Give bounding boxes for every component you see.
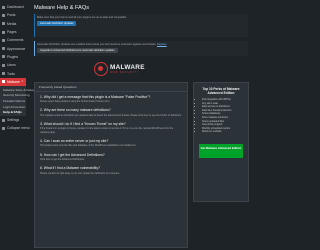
plugin-icon xyxy=(2,55,5,59)
sidebar-item-label: Pages xyxy=(7,30,17,35)
submenu-item-label: Security Monitoring xyxy=(3,93,30,98)
faq-item: 6. What if I find a Malware vulnerabilit… xyxy=(35,164,187,178)
faq-answer: Please contact us right away so we can u… xyxy=(40,171,120,175)
wrench-icon xyxy=(2,72,5,76)
faq-question: 6. What if I find a Malware vulnerabilit… xyxy=(40,166,100,171)
sidebar-item-users[interactable]: Users xyxy=(0,61,26,69)
sidebar-item-malware[interactable]: Malware 1 xyxy=(0,77,26,86)
faq-panel: Frequently Asked Questions 1. Why did I … xyxy=(34,82,188,248)
sidebar-item-tools[interactable]: Tools xyxy=(0,69,26,77)
page-title: Malware Help & FAQs xyxy=(34,5,90,11)
notice-text: Make sure that your theme and all your p… xyxy=(37,15,127,19)
faq-question: 5. How can I get the Advanced Definition… xyxy=(40,152,105,157)
submenu-item-label: Firewall Options xyxy=(3,98,26,103)
faq-heading: Frequently Asked Questions xyxy=(35,83,187,92)
submenu-item-label: Help & FAQs xyxy=(3,110,22,115)
update-notice: Make sure that your theme and all your p… xyxy=(34,14,248,37)
sidebar-item-posts[interactable]: Posts xyxy=(0,11,26,19)
sidebar-item-pages[interactable]: Pages xyxy=(0,28,26,36)
sidebar-item-label: Dashboard xyxy=(7,5,24,10)
sidebar-item-label: Comments xyxy=(7,38,24,43)
comment-icon xyxy=(2,38,5,42)
faq-answer: This plugin scans only the files and dat… xyxy=(40,144,137,148)
faq-item: 2. Why are there so many malware definit… xyxy=(35,106,187,120)
get-advanced-edition-button[interactable]: Get Malware Advanced Edition xyxy=(199,143,243,158)
settings-icon xyxy=(2,118,5,122)
brush-icon xyxy=(2,47,5,51)
dashboard-icon xyxy=(2,5,5,9)
shield-icon xyxy=(2,80,5,84)
faq-answer: If the threat is in a plugin or theme, u… xyxy=(40,127,174,134)
sidebar-item-collapse[interactable]: Collapse menu xyxy=(0,124,30,132)
sidebar-item-plugins[interactable]: Plugins xyxy=(0,53,26,61)
faq-question: 4. Can I scan an entire server or just m… xyxy=(40,138,109,143)
logo-title: MALWARE xyxy=(110,64,145,71)
logo-subtitle: WEB SECURITY xyxy=(110,71,140,74)
submenu-item-help[interactable]: Help & FAQs xyxy=(0,109,26,115)
sidebar-item-dashboard[interactable]: Dashboard xyxy=(0,3,26,11)
upgrade-definitions-button[interactable]: Upgrade to Advanced Definitions for auto… xyxy=(37,47,118,53)
faq-answer: Please report false positives using the … xyxy=(40,100,111,103)
sidebar-item-label: Appearance xyxy=(7,46,26,51)
logo-icon xyxy=(94,62,108,76)
perks-list: Full integration with WPSQ Any site's co… xyxy=(197,98,245,134)
promo-title: Top 10 Perks of Malware Advanced Edition xyxy=(202,87,240,95)
plugin-logo: MALWARE WEB SECURITY xyxy=(94,62,164,78)
sidebar-item-label: Settings xyxy=(7,118,20,123)
sidebar-item-appearance[interactable]: Appearance xyxy=(0,44,26,52)
sidebar-item-label: Users xyxy=(7,63,16,68)
sidebar-item-label: Media xyxy=(7,21,17,26)
pin-icon xyxy=(2,13,5,17)
notice-text: Automatic Definition Updates are enabled… xyxy=(37,42,157,46)
faq-question: 1. Why did I get a message that this plu… xyxy=(40,94,151,99)
definitions-notice: Automatic Definition Updates are enabled… xyxy=(34,41,248,56)
faq-item: 3. What should I do if I find a "Known T… xyxy=(35,119,187,136)
register-link[interactable]: Register xyxy=(157,43,167,46)
page-icon xyxy=(2,30,5,34)
faq-question: 3. What should I do if I find a "Known T… xyxy=(40,121,126,126)
collapse-icon xyxy=(2,126,5,130)
main-content: Malware Help & FAQs Make sure that your … xyxy=(28,0,250,250)
faq-item: 1. Why did I get a message that this plu… xyxy=(35,92,187,106)
faq-question: 2. Why are there so many malware definit… xyxy=(40,108,111,113)
faq-item: 4. Can I scan an entire server or just m… xyxy=(35,136,187,150)
user-icon xyxy=(2,63,5,67)
promo-sidebar: Top 10 Perks of Malware Advanced Edition… xyxy=(193,82,249,202)
admin-sidebar: Dashboard Posts Media Pages Comments App… xyxy=(0,0,35,250)
media-icon xyxy=(2,22,5,26)
malware-submenu: Malware Scan & Detect Security Monitorin… xyxy=(0,85,35,116)
definition-updates-button[interactable]: Automatic Definition Updates xyxy=(37,20,77,26)
sidebar-item-media[interactable]: Media xyxy=(0,20,26,28)
sidebar-item-label: Posts xyxy=(7,13,16,18)
faq-answer: The malware scanner definitions are upda… xyxy=(40,113,182,117)
update-count-badge: 1 xyxy=(20,80,24,84)
perk-item: Works on multisite xyxy=(202,130,245,134)
sidebar-item-label: Plugins xyxy=(7,54,19,59)
sidebar-item-label: Malware xyxy=(7,79,20,84)
sidebar-item-settings[interactable]: Settings xyxy=(0,116,26,124)
submenu-item-label: Login Protection xyxy=(3,104,26,109)
faq-answer: Click here to get the Advanced Definitio… xyxy=(40,158,85,162)
sidebar-item-label: Tools xyxy=(7,71,15,76)
faq-item: 5. How can I get the Advanced Definition… xyxy=(35,150,187,164)
sidebar-item-label: Collapse menu xyxy=(7,126,30,131)
sidebar-item-comments[interactable]: Comments xyxy=(0,36,26,44)
